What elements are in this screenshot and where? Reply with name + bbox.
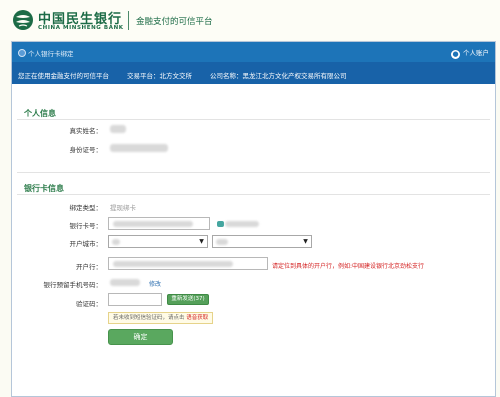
personal-divider bbox=[17, 119, 490, 120]
card-number-input[interactable] bbox=[108, 217, 210, 230]
card-number-label: 银行卡号： bbox=[69, 222, 103, 230]
chevron-down-icon: ▼ bbox=[303, 238, 308, 245]
bind-type-label: 绑定类型： bbox=[69, 204, 103, 212]
real-name-label: 真实姓名： bbox=[69, 127, 103, 135]
city-value bbox=[216, 239, 228, 245]
minsheng-logo-icon bbox=[13, 10, 33, 30]
bind-type-value: 提现绑卡 bbox=[110, 204, 136, 212]
bank-name-en: CHINA MINSHENG BANK bbox=[38, 25, 124, 31]
branch-value bbox=[113, 261, 233, 267]
branch-input[interactable] bbox=[108, 257, 268, 270]
binding-panel: 个人银行卡绑定 ● 个人账户 您正在使用金融支付的可信平台 交易平台：北方文交所 … bbox=[11, 41, 496, 397]
page-title: 个人银行卡绑定 bbox=[18, 48, 74, 58]
bank-logo-icon bbox=[217, 221, 224, 227]
chevron-down-icon: ▼ bbox=[199, 238, 204, 245]
trade-platform-text: 交易平台：北方文交所 bbox=[127, 72, 192, 80]
page-header: 中国民生银行 CHINA MINSHENG BANK 金融支付的可信平台 bbox=[0, 0, 500, 40]
bankcard-divider bbox=[17, 194, 490, 195]
title-bar: 个人银行卡绑定 ● 个人账户 bbox=[12, 42, 495, 62]
account-link-label: 个人账户 bbox=[463, 49, 489, 57]
confirm-button[interactable]: 确定 bbox=[108, 329, 173, 345]
sms-notice: 若未收到短信验证码，请点击 语音获取 bbox=[108, 312, 214, 324]
user-icon: ● bbox=[451, 50, 460, 59]
bank-name-value bbox=[225, 221, 259, 227]
header-divider bbox=[128, 11, 129, 30]
city-label: 开户城市： bbox=[69, 240, 103, 248]
bankcard-divider-top bbox=[17, 172, 490, 173]
platform-tagline: 金融支付的可信平台 bbox=[136, 17, 213, 27]
code-label: 验证码： bbox=[76, 300, 102, 308]
verification-code-input[interactable] bbox=[108, 293, 162, 306]
bankcard-section-title: 银行卡信息 bbox=[24, 184, 64, 193]
city-select[interactable]: ▼ bbox=[212, 235, 312, 248]
personal-section-title: 个人信息 bbox=[24, 109, 56, 118]
page-title-text: 个人银行卡绑定 bbox=[28, 50, 74, 58]
account-link[interactable]: ● 个人账户 bbox=[451, 47, 489, 59]
sms-notice-text: 若未收到短信验证码，请点击 bbox=[113, 315, 185, 321]
voice-code-link[interactable]: 语音获取 bbox=[186, 315, 208, 321]
dot-icon bbox=[18, 49, 26, 57]
company-name-text: 公司名称：黑龙江北方文化产权交易所有限公司 bbox=[210, 72, 347, 80]
id-number-value bbox=[110, 144, 168, 152]
phone-modify-link[interactable]: 修改 bbox=[149, 279, 161, 288]
province-select[interactable]: ▼ bbox=[108, 235, 208, 248]
id-number-label: 身份证号： bbox=[69, 146, 103, 154]
card-number-value bbox=[113, 221, 193, 227]
real-name-value bbox=[110, 125, 126, 133]
info-bar: 您正在使用金融支付的可信平台 交易平台：北方文交所 公司名称：黑龙江北方文化产权… bbox=[12, 62, 495, 84]
using-platform-text: 您正在使用金融支付的可信平台 bbox=[18, 72, 109, 80]
branch-hint: 请定位到具体的开户行，例如:中国建设银行北京劲松支行 bbox=[272, 263, 425, 270]
branch-label: 开户行： bbox=[76, 263, 102, 271]
phone-value bbox=[110, 279, 140, 286]
province-value bbox=[112, 239, 120, 245]
phone-label: 银行预留手机号码： bbox=[43, 281, 103, 289]
resend-code-button[interactable]: 重新发送(37) bbox=[167, 294, 209, 305]
